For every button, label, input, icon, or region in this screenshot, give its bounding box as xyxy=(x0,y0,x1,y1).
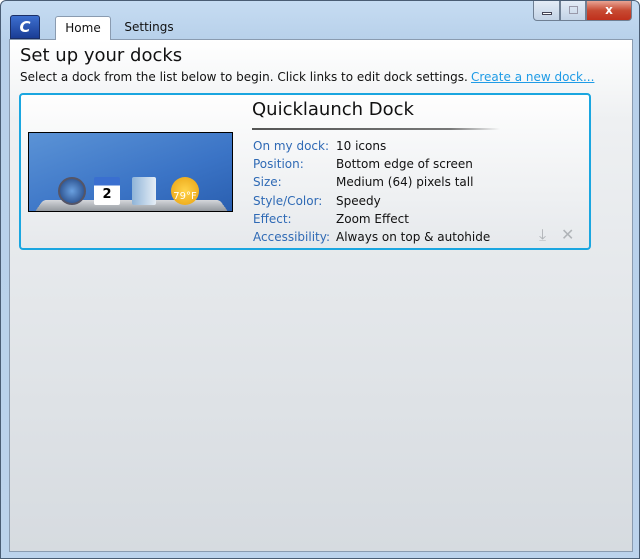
detail-label[interactable]: Size: xyxy=(253,173,336,191)
detail-value: Zoom Effect xyxy=(336,211,409,226)
minimize-button[interactable] xyxy=(533,1,560,21)
maximize-button[interactable] xyxy=(560,1,586,21)
detail-row: Accessibility: Always on top & autohide xyxy=(253,228,490,246)
detail-label[interactable]: Accessibility: xyxy=(253,228,336,246)
weather-icon: 79°F xyxy=(171,177,199,205)
detail-row: On my dock: 10 icons xyxy=(253,137,490,155)
detail-label[interactable]: Style/Color: xyxy=(253,192,336,210)
dock-details: On my dock: 10 icons Position: Bottom edge… xyxy=(253,137,490,246)
detail-row: Effect: Zoom Effect xyxy=(253,210,490,228)
delete-dock-icon[interactable]: ✕ xyxy=(561,225,574,244)
page-title: Set up your docks xyxy=(20,45,183,66)
detail-value: Bottom edge of screen xyxy=(336,157,473,172)
detail-value: Speedy xyxy=(336,193,381,208)
dock-card[interactable]: 2 79°F Quicklaunch Dock On my dock: 10 ic… xyxy=(19,93,591,250)
detail-label[interactable]: Effect: xyxy=(253,210,336,228)
detail-value: Always on top & autohide xyxy=(336,230,491,245)
instructions-text: Select a dock from the list below to beg… xyxy=(20,70,468,84)
close-button[interactable]: x xyxy=(586,1,632,21)
title-divider xyxy=(252,128,500,130)
app-menu-button[interactable]: C xyxy=(10,15,40,39)
tab-settings[interactable]: Settings xyxy=(119,16,179,39)
calendar-icon: 2 xyxy=(94,177,120,205)
dock-name: Quicklaunch Dock xyxy=(252,99,414,120)
content-panel: Set up your docks Select a dock from the… xyxy=(9,39,633,552)
folder-icon xyxy=(132,177,156,205)
detail-value: 10 icons xyxy=(336,139,387,153)
app-window: x C Home Settings Set up your docks Sele… xyxy=(0,0,640,559)
detail-label[interactable]: Position: xyxy=(253,155,336,173)
detail-row: Style/Color: Speedy xyxy=(253,192,490,210)
tab-home[interactable]: Home xyxy=(55,16,111,40)
detail-row: Size: Medium (64) pixels tall xyxy=(253,173,490,191)
detail-label[interactable]: On my dock: xyxy=(253,137,336,155)
detail-row: Position: Bottom edge of screen xyxy=(253,155,490,173)
create-dock-link[interactable]: Create a new dock... xyxy=(471,70,594,84)
dock-preview: 2 79°F xyxy=(28,132,233,212)
windows-icon xyxy=(58,177,86,205)
export-dock-icon[interactable]: ⤓ xyxy=(539,225,546,245)
detail-value: Medium (64) pixels tall xyxy=(336,175,474,190)
